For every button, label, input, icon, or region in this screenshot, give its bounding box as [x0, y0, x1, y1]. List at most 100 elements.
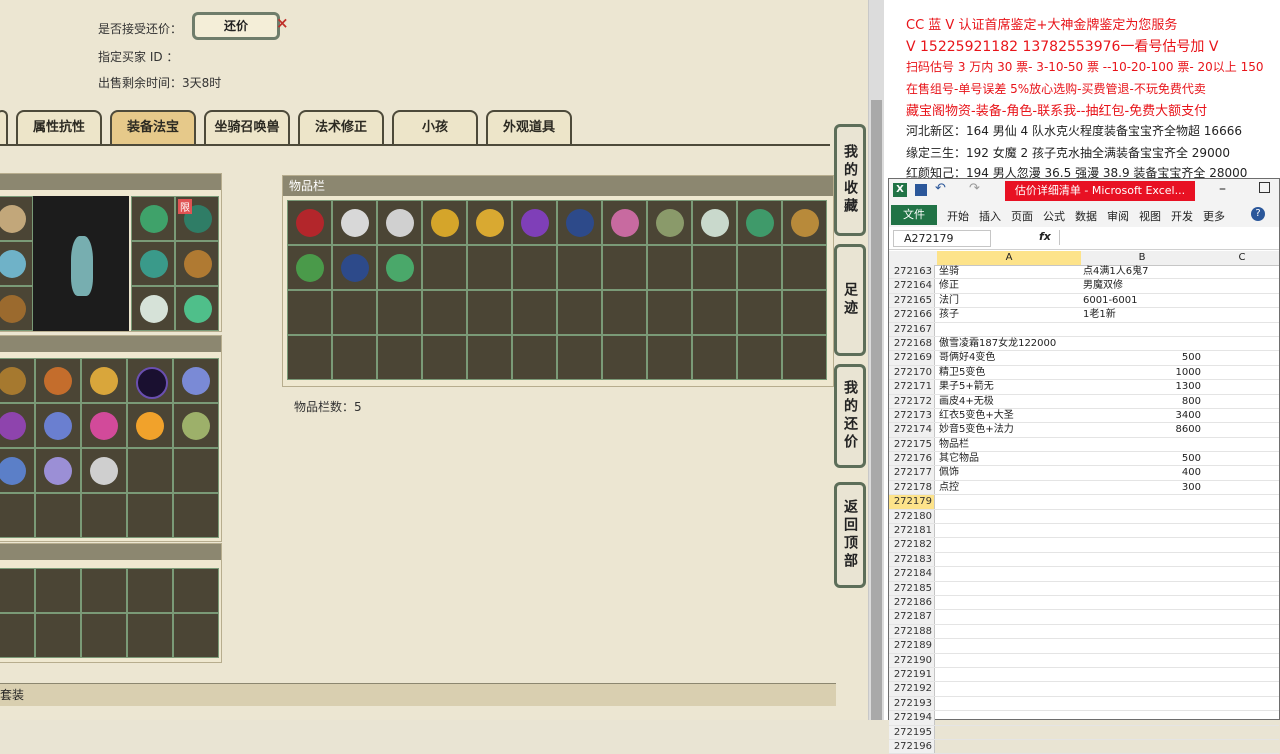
- column-header-a[interactable]: A: [937, 251, 1081, 265]
- cell-a[interactable]: 红衣5变色+大圣: [939, 409, 1081, 422]
- row-number[interactable]: 272169: [889, 351, 935, 365]
- empty-slot[interactable]: [467, 335, 512, 380]
- empty-slot[interactable]: [512, 335, 557, 380]
- row-number[interactable]: 272170: [889, 365, 935, 380]
- empty-slot[interactable]: [422, 290, 467, 335]
- cell-a[interactable]: 点控: [939, 481, 1081, 494]
- inventory-slot[interactable]: [332, 200, 377, 245]
- equip-slot[interactable]: [0, 241, 33, 286]
- empty-slot[interactable]: [81, 493, 127, 538]
- cell-b[interactable]: 500: [1083, 452, 1201, 465]
- empty-slot[interactable]: [287, 335, 332, 380]
- row-number[interactable]: 272187: [889, 610, 935, 624]
- empty-slot[interactable]: [557, 290, 602, 335]
- row-number[interactable]: 272168: [889, 336, 935, 351]
- empty-slot[interactable]: [692, 290, 737, 335]
- empty-slot[interactable]: [0, 493, 35, 538]
- empty-slot[interactable]: [602, 245, 647, 290]
- equip-slot[interactable]: [131, 286, 175, 331]
- empty-slot[interactable]: [287, 290, 332, 335]
- empty-slot[interactable]: [127, 568, 173, 613]
- tab-attributes[interactable]: 属性抗性: [16, 110, 102, 144]
- inventory-slot[interactable]: [332, 245, 377, 290]
- minimize-icon[interactable]: –: [1219, 181, 1226, 197]
- inventory-slot[interactable]: [422, 200, 467, 245]
- row-number[interactable]: 272179: [889, 495, 935, 509]
- empty-slot[interactable]: [35, 613, 81, 658]
- equip-slot[interactable]: [0, 286, 33, 331]
- cell-b[interactable]: 1老1新: [1083, 308, 1201, 321]
- cell-a[interactable]: 法门: [939, 294, 1081, 307]
- tab-spells[interactable]: 法术修正: [298, 110, 384, 144]
- row-number[interactable]: 272167: [889, 322, 935, 336]
- treasure-slot[interactable]: [0, 358, 35, 403]
- cell-a[interactable]: 坐骑: [939, 265, 1081, 278]
- empty-slot[interactable]: [332, 335, 377, 380]
- page-scrollbar[interactable]: [868, 0, 885, 720]
- save-icon[interactable]: [915, 184, 927, 196]
- treasure-slot[interactable]: [0, 403, 35, 448]
- empty-slot[interactable]: [377, 290, 422, 335]
- empty-slot[interactable]: [173, 448, 219, 493]
- inventory-slot[interactable]: [377, 200, 422, 245]
- row-number[interactable]: 272192: [889, 682, 935, 696]
- empty-slot[interactable]: [647, 245, 692, 290]
- row-number[interactable]: 272191: [889, 667, 935, 682]
- cell-b[interactable]: 300: [1083, 481, 1201, 494]
- inventory-slot[interactable]: [512, 200, 557, 245]
- empty-slot[interactable]: [782, 290, 827, 335]
- empty-slot[interactable]: [35, 493, 81, 538]
- row-number[interactable]: 272195: [889, 725, 935, 739]
- empty-slot[interactable]: [557, 335, 602, 380]
- row-number[interactable]: 272183: [889, 552, 935, 567]
- scrollbar-thumb[interactable]: [871, 100, 882, 720]
- empty-slot[interactable]: [173, 493, 219, 538]
- ribbon-tab[interactable]: 公式: [1043, 208, 1065, 224]
- cell-b[interactable]: 500: [1083, 351, 1201, 364]
- maximize-icon[interactable]: [1259, 182, 1270, 193]
- treasure-slot[interactable]: [173, 403, 219, 448]
- empty-slot[interactable]: [467, 245, 512, 290]
- empty-slot[interactable]: [81, 613, 127, 658]
- my-favorites-button[interactable]: 我的收藏: [834, 124, 866, 236]
- empty-slot[interactable]: [782, 245, 827, 290]
- empty-slot[interactable]: [602, 335, 647, 380]
- row-number[interactable]: 272185: [889, 581, 935, 595]
- tab-partial[interactable]: [0, 110, 8, 144]
- treasure-slot[interactable]: [0, 448, 35, 493]
- row-number[interactable]: 272177: [889, 466, 935, 480]
- empty-slot[interactable]: [512, 290, 557, 335]
- empty-slot[interactable]: [692, 245, 737, 290]
- ribbon-tab[interactable]: 插入: [979, 208, 1001, 224]
- cell-b[interactable]: 800: [1083, 395, 1201, 408]
- row-number[interactable]: 272180: [889, 509, 935, 524]
- cell-a[interactable]: 画皮4+无极: [939, 395, 1081, 408]
- equip-slot[interactable]: [131, 241, 175, 286]
- empty-slot[interactable]: [127, 613, 173, 658]
- tab-mounts[interactable]: 坐骑召唤兽: [204, 110, 290, 144]
- empty-slot[interactable]: [127, 448, 173, 493]
- equip-slot[interactable]: [175, 286, 219, 331]
- row-number[interactable]: 272184: [889, 567, 935, 581]
- equip-slot[interactable]: [175, 241, 219, 286]
- cell-a[interactable]: 其它物品: [939, 452, 1081, 465]
- row-number[interactable]: 272190: [889, 653, 935, 667]
- treasure-slot[interactable]: [35, 403, 81, 448]
- equip-slot[interactable]: 限: [175, 196, 219, 241]
- empty-slot[interactable]: [173, 568, 219, 613]
- tab-appearance[interactable]: 外观道具: [486, 110, 572, 144]
- row-number[interactable]: 272164: [889, 279, 935, 293]
- empty-slot[interactable]: [35, 568, 81, 613]
- row-number[interactable]: 272196: [889, 739, 935, 754]
- help-icon[interactable]: ?: [1251, 207, 1265, 221]
- cell-b[interactable]: 3400: [1083, 409, 1201, 422]
- footprint-button[interactable]: 足迹: [834, 244, 866, 356]
- row-number[interactable]: 272188: [889, 624, 935, 639]
- empty-slot[interactable]: [782, 335, 827, 380]
- ribbon-tab[interactable]: 视图: [1139, 208, 1161, 224]
- inventory-slot[interactable]: [647, 200, 692, 245]
- empty-slot[interactable]: [692, 335, 737, 380]
- row-number[interactable]: 272175: [889, 437, 935, 452]
- cell-a[interactable]: 傲雪凌霜187女龙122000: [939, 337, 1081, 350]
- ribbon-tab[interactable]: 页面: [1011, 208, 1033, 224]
